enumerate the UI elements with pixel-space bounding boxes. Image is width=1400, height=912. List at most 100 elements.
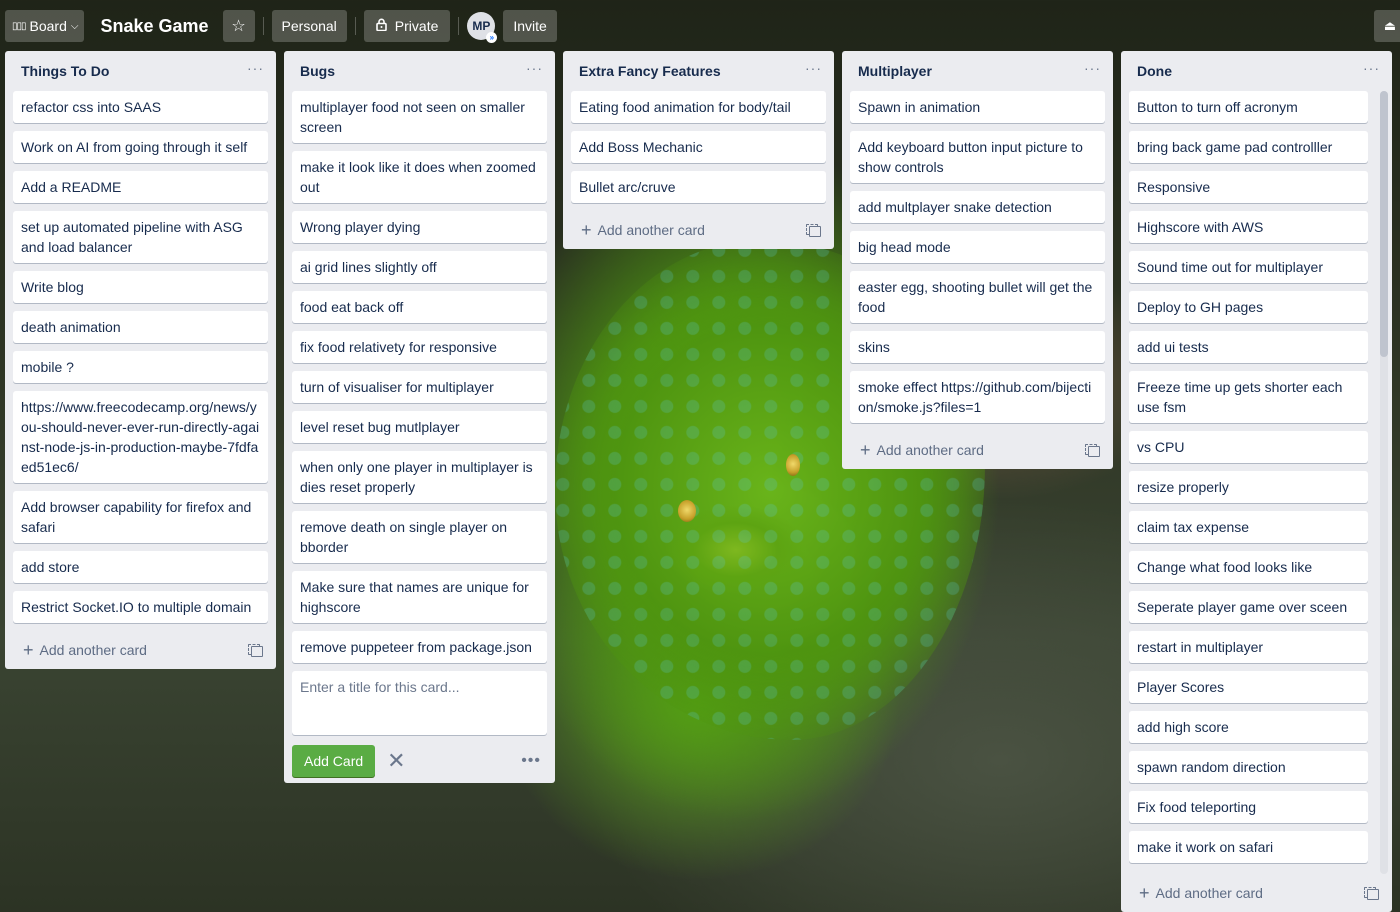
more-options-icon[interactable]: •••	[521, 752, 541, 770]
add-card-button[interactable]: + Add another card	[581, 220, 705, 240]
card[interactable]: claim tax expense	[1129, 511, 1368, 543]
add-card-button[interactable]: + Add another card	[23, 640, 147, 660]
card[interactable]: turn of visualiser for multiplayer	[292, 371, 547, 403]
card[interactable]: add high score	[1129, 711, 1368, 743]
card[interactable]: Player Scores	[1129, 671, 1368, 703]
close-icon[interactable]: ✕	[387, 750, 405, 772]
card[interactable]: Sound time out for multiplayer	[1129, 251, 1368, 283]
card[interactable]: add ui tests	[1129, 331, 1368, 363]
butler-button[interactable]: ⏏	[1374, 10, 1400, 42]
visibility-label: Private	[394, 18, 439, 34]
card[interactable]: Add a README	[13, 171, 268, 203]
list-menu-icon[interactable]: ···	[526, 60, 543, 82]
card[interactable]: skins	[850, 331, 1105, 363]
card[interactable]: make it work on safari	[1129, 831, 1368, 863]
card[interactable]: https://www.freecodecamp.org/news/you-sh…	[13, 391, 268, 483]
card[interactable]: Add keyboard button input picture to sho…	[850, 131, 1105, 183]
card[interactable]: mobile ?	[13, 351, 268, 383]
card[interactable]: Eating food animation for body/tail	[571, 91, 826, 123]
list-menu-icon[interactable]: ···	[1084, 60, 1101, 82]
add-card-button[interactable]: + Add another card	[860, 440, 984, 460]
board-icon: ▯▯▯	[12, 20, 26, 32]
invite-button[interactable]: Invite	[503, 10, 557, 42]
plus-icon: +	[23, 640, 34, 660]
card-composer	[292, 671, 547, 735]
card-template-icon[interactable]	[1364, 887, 1379, 900]
add-card-label: Add another card	[39, 642, 147, 658]
card[interactable]: food eat back off	[292, 291, 547, 323]
card[interactable]: level reset bug mutlplayer	[292, 411, 547, 443]
card[interactable]: ai grid lines slightly off	[292, 251, 547, 283]
card[interactable]: big head mode	[850, 231, 1105, 263]
card[interactable]: Add browser capability for firefox and s…	[13, 491, 268, 543]
card[interactable]: Spawn in animation	[850, 91, 1105, 123]
board-menu-button[interactable]: ▯▯▯ Board ⌵	[5, 10, 85, 42]
card[interactable]: easter egg, shooting bullet will get the…	[850, 271, 1105, 323]
team-button[interactable]: Personal	[271, 10, 347, 42]
card[interactable]: fix food relativety for responsive	[292, 331, 547, 363]
card[interactable]: when only one player in multiplayer is d…	[292, 451, 547, 503]
list-bugs: Bugs ··· multiplayer food not seen on sm…	[284, 51, 555, 783]
list-menu-icon[interactable]: ···	[247, 60, 264, 82]
card-template-icon[interactable]	[1085, 444, 1100, 457]
card-template-icon[interactable]	[248, 644, 263, 657]
star-button[interactable]: ☆	[222, 10, 255, 42]
card[interactable]: vs CPU	[1129, 431, 1368, 463]
visibility-button[interactable]: Private	[363, 10, 451, 42]
card[interactable]: Highscore with AWS	[1129, 211, 1368, 243]
plus-icon: +	[860, 440, 871, 460]
card[interactable]: Wrong player dying	[292, 211, 547, 243]
card[interactable]: add store	[13, 551, 268, 583]
card[interactable]: spawn random direction	[1129, 751, 1368, 783]
card[interactable]: resize properly	[1129, 471, 1368, 503]
list-title[interactable]: Things To Do	[21, 63, 109, 79]
list-menu-icon[interactable]: ···	[1363, 60, 1380, 82]
card[interactable]: remove death on single player on bborder	[292, 511, 547, 563]
card-container: Eating food animation for body/tail Add …	[571, 91, 826, 203]
card[interactable]: Restrict Socket.IO to multiple domain	[13, 591, 268, 623]
card[interactable]: Write blog	[13, 271, 268, 303]
add-card-button[interactable]: + Add another card	[1139, 884, 1263, 902]
add-card-submit-button[interactable]: Add Card	[292, 745, 376, 777]
card[interactable]: smoke effect https://github.com/bijectio…	[850, 371, 1105, 423]
card[interactable]: Add Boss Mechanic	[571, 131, 826, 163]
card[interactable]: Make sure that names are unique for high…	[292, 571, 547, 623]
list-footer: + Add another card	[13, 631, 268, 669]
card[interactable]: multiplayer food not seen on smaller scr…	[292, 91, 547, 143]
avatar[interactable]: MP »	[467, 12, 498, 43]
list-footer: + Add another card	[850, 431, 1105, 469]
add-card-label: Add another card	[876, 442, 984, 458]
board-menu-label: Board	[29, 18, 67, 34]
card-title-input[interactable]	[300, 677, 539, 729]
card-container[interactable]: Button to turn off acronym bring back ga…	[1129, 91, 1368, 871]
card-template-icon[interactable]	[806, 224, 821, 237]
card[interactable]: bring back game pad controlller	[1129, 131, 1368, 163]
scrollbar-thumb[interactable]	[1380, 91, 1388, 357]
list-title[interactable]: Multiplayer	[858, 63, 932, 79]
card[interactable]: restart in multiplayer	[1129, 631, 1368, 663]
list-menu-icon[interactable]: ···	[805, 60, 822, 82]
card[interactable]: set up automated pipeline with ASG and l…	[13, 211, 268, 263]
card[interactable]: Responsive	[1129, 171, 1368, 203]
card[interactable]: Button to turn off acronym	[1129, 91, 1368, 123]
card[interactable]: Bullet arc/cruve	[571, 171, 826, 203]
card[interactable]: remove puppeteer from package.json	[292, 631, 547, 663]
card[interactable]: Work on AI from going through it self	[13, 131, 268, 163]
list-title[interactable]: Extra Fancy Features	[579, 63, 721, 79]
plus-icon: +	[581, 220, 592, 240]
card[interactable]: death animation	[13, 311, 268, 343]
card[interactable]: Deploy to GH pages	[1129, 291, 1368, 323]
card[interactable]: refactor css into SAAS	[13, 91, 268, 123]
snake-eye-decoration	[786, 454, 800, 476]
list-scrollbar[interactable]	[1380, 91, 1388, 874]
board-title[interactable]: Snake Game	[100, 16, 208, 37]
card[interactable]: add multplayer snake detection	[850, 191, 1105, 223]
card[interactable]: make it look like it does when zoomed ou…	[292, 151, 547, 203]
card[interactable]: Fix food teleporting	[1129, 791, 1368, 823]
card[interactable]: Change what food looks like	[1129, 551, 1368, 583]
list-title[interactable]: Bugs	[300, 63, 335, 79]
card[interactable]: Seperate player game over sceen	[1129, 591, 1368, 623]
star-icon: ☆	[231, 18, 246, 35]
card[interactable]: Freeze time up gets shorter each use fsm	[1129, 371, 1368, 423]
list-title[interactable]: Done	[1137, 63, 1172, 79]
